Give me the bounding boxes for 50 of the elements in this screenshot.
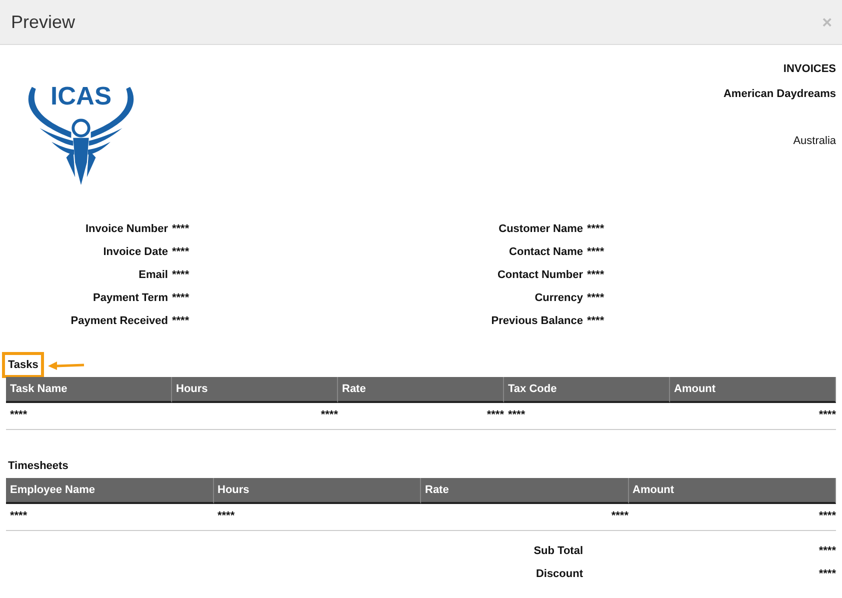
column-header: Task Name [6,377,172,403]
table-cell: **** [218,510,235,522]
window-title: Preview [11,12,76,32]
table-cell: **** [611,510,628,522]
field-value: **** [587,246,604,258]
arrow-icon [46,360,86,370]
field-value: **** [172,315,190,327]
field-value: **** [587,223,604,235]
table-cell: **** [818,510,836,522]
field-label: Previous Balance [490,315,583,327]
field-label: Payment Received [70,315,168,327]
column-header: Amount [628,478,836,504]
field-label: Email [138,269,168,281]
company-name: American Daydreams [723,88,836,100]
document-type: INVOICES [783,63,836,75]
column-header: Rate [338,377,504,403]
column-header: Rate [421,478,628,504]
column-header: Hours [172,377,338,403]
field-label: Invoice Number [84,223,168,235]
field-value: **** [172,246,190,258]
field-label: Currency [534,292,583,304]
column-header: Amount [670,377,836,403]
field-value: **** [587,292,604,304]
field-value: **** [172,269,190,281]
field-label: Customer Name [498,223,583,235]
table-cell: **** [818,409,836,421]
table-cell: **** [10,409,28,421]
total-label: Discount [534,568,583,580]
field-label: Contact Name [508,246,583,258]
field-value: **** [587,269,604,281]
column-header: Tax Code [504,377,670,403]
column-header: Hours [214,478,421,504]
country: Australia [793,135,836,147]
field-label: Payment Term [92,292,168,304]
section-title: Timesheets [7,459,70,474]
close-button[interactable]: × [822,14,832,30]
field-value: **** [172,223,190,235]
total-value: **** [818,568,836,580]
logo-text: ICAS [50,82,112,111]
field-label: Contact Number [496,269,583,281]
table-cell: **** [10,510,28,522]
field-label: Invoice Date [102,246,168,258]
table-cell: **** [320,409,338,421]
total-label: Sub Total [532,545,583,557]
table-cell: **** [486,409,504,421]
column-header: Employee Name [6,478,214,504]
field-value: **** [172,292,190,304]
total-value: **** [818,545,836,557]
field-value: **** [587,315,604,327]
table-cell: **** [508,409,526,421]
